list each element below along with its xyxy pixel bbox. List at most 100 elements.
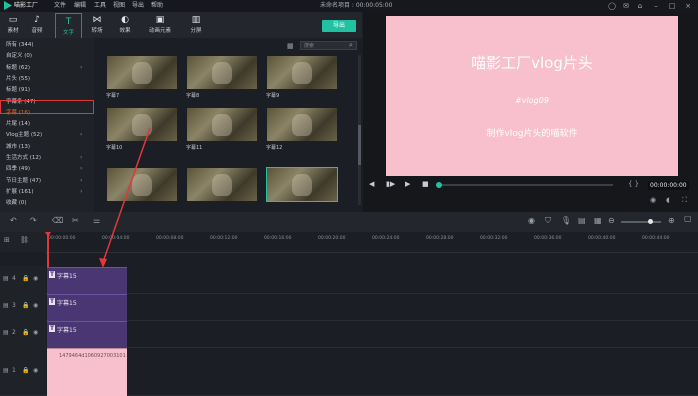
shield-icon[interactable]: ⛉ xyxy=(545,216,551,226)
title-thumbnail[interactable] xyxy=(267,56,337,89)
tab-transition[interactable]: ⋈ 转场 xyxy=(86,14,108,38)
play-icon[interactable]: ▶ xyxy=(405,180,410,188)
menu-edit[interactable]: 编辑 xyxy=(74,0,86,12)
prev-frame-icon[interactable]: ◀ xyxy=(369,180,374,188)
ruler-tick-label: 00:00:16:00 xyxy=(264,236,292,241)
title-thumbnail[interactable] xyxy=(187,56,257,89)
title-thumbnail[interactable] xyxy=(107,56,177,89)
clip-label: 字幕15 xyxy=(57,327,77,334)
maximize-icon[interactable]: □ xyxy=(668,2,676,10)
chevron-right-icon[interactable]: › xyxy=(80,131,82,138)
sidebar-category[interactable]: 节日主题 (47) xyxy=(6,176,41,186)
track-type-icon: ▤ xyxy=(3,329,9,336)
tab-elements[interactable]: ▣ 动画元素 xyxy=(145,14,175,38)
eye-icon[interactable]: ◉ xyxy=(33,367,38,374)
zoom-handle[interactable] xyxy=(648,219,653,224)
timeline-clip[interactable]: T 字幕15 xyxy=(47,321,127,348)
delete-icon[interactable]: ⌫ xyxy=(52,216,63,225)
tab-media[interactable]: ▭ 素材 xyxy=(2,14,24,38)
sidebar-category[interactable]: 自定义 (0) xyxy=(6,51,32,61)
menu-file[interactable]: 文件 xyxy=(54,0,66,12)
grid-scrollbar[interactable] xyxy=(358,55,361,205)
chevron-right-icon[interactable]: › xyxy=(80,177,82,184)
lock-icon[interactable]: 🔒 xyxy=(22,367,29,374)
cut-icon[interactable]: ✂ xyxy=(72,216,79,225)
text-clip-icon: T xyxy=(49,298,55,305)
app-brand: 喵影工厂 xyxy=(14,2,39,9)
cart-icon[interactable]: ⌂ xyxy=(636,2,644,10)
snapshot-icon[interactable]: ◉ xyxy=(650,196,656,204)
playhead-handle[interactable] xyxy=(436,182,442,188)
title-thumbnail[interactable] xyxy=(187,168,257,201)
track-number: 3 xyxy=(12,302,16,309)
mic-icon[interactable]: 🎙 xyxy=(561,216,571,225)
timeline-clip[interactable]: T 字幕15 xyxy=(47,294,127,321)
link-icon[interactable]: ⛓ xyxy=(20,236,29,244)
sidebar-category[interactable]: 标题 (91) xyxy=(6,85,30,95)
fullscreen-icon[interactable]: ⛶ xyxy=(682,196,687,205)
menu-export[interactable]: 导出 xyxy=(132,0,144,12)
sidebar-category[interactable]: 所有 (344) xyxy=(6,40,34,50)
chevron-right-icon[interactable]: › xyxy=(80,165,82,172)
sidebar-category[interactable]: 生活方式 (12) xyxy=(6,153,41,163)
split-icon: ▥ xyxy=(191,15,201,25)
title-thumbnail-label: 字幕12 xyxy=(266,145,283,151)
lock-icon[interactable]: 🔒 xyxy=(22,275,29,282)
redo-icon[interactable]: ↷ xyxy=(30,216,37,225)
mixer-icon[interactable]: ▦ xyxy=(594,216,602,225)
title-thumbnail[interactable] xyxy=(187,108,257,141)
eye-icon[interactable]: ◉ xyxy=(33,302,38,309)
sidebar-category[interactable]: 标题 (62) xyxy=(6,63,30,73)
add-track-icon[interactable]: ⊞ xyxy=(4,236,10,244)
bracket-icon[interactable]: { } xyxy=(628,180,639,188)
tab-effects[interactable]: ◐ 效果 xyxy=(114,14,136,38)
chevron-right-icon[interactable]: › xyxy=(80,188,82,195)
menu-tools[interactable]: 工具 xyxy=(94,0,106,12)
search-icon[interactable]: ⌕ xyxy=(349,41,353,50)
title-thumbnail[interactable] xyxy=(267,108,337,141)
menu-view[interactable]: 视图 xyxy=(113,0,125,12)
adjust-icon[interactable]: ⚌ xyxy=(93,216,100,225)
sidebar-category[interactable]: 收藏 (0) xyxy=(6,198,27,208)
step-back-icon[interactable]: ▮▶ xyxy=(386,180,395,188)
text-clip-icon: T xyxy=(49,325,55,332)
title-thumbnail[interactable] xyxy=(266,167,338,202)
sidebar-category[interactable]: 扩展 (161) xyxy=(6,187,34,197)
playback-progress[interactable] xyxy=(438,184,613,186)
fit-icon[interactable]: ▢ xyxy=(684,214,692,223)
chevron-right-icon[interactable]: › xyxy=(80,154,82,161)
timeline-clip[interactable]: 1479464d1060927003101 xyxy=(47,348,127,396)
render-icon[interactable]: ◉ xyxy=(528,216,535,225)
tab-audio[interactable]: ♪ 音频 xyxy=(26,14,48,38)
volume-icon[interactable]: ◖ xyxy=(666,196,670,204)
eye-icon[interactable]: ◉ xyxy=(33,329,38,336)
ruler-tick-label: 00:00:32:00 xyxy=(480,236,508,241)
undo-icon[interactable]: ↶ xyxy=(10,216,17,225)
menu-help[interactable]: 帮助 xyxy=(151,0,163,12)
title-thumbnail[interactable] xyxy=(107,108,177,141)
zoom-in-icon[interactable]: ⊕ xyxy=(668,216,675,225)
ruler-tick-label: 00:00:04:00 xyxy=(102,236,130,241)
tab-split[interactable]: ▥ 分屏 xyxy=(185,14,207,38)
sidebar-category[interactable]: 四季 (49) xyxy=(6,164,30,174)
minimize-icon[interactable]: – xyxy=(652,2,660,10)
sidebar-category[interactable]: 片头 (55) xyxy=(6,74,30,84)
zoom-slider[interactable] xyxy=(621,221,661,223)
title-thumbnail[interactable] xyxy=(107,168,177,201)
sidebar-category[interactable]: Vlog主题 (52) xyxy=(6,130,42,140)
stop-icon[interactable]: ■ xyxy=(422,180,429,188)
close-icon[interactable]: × xyxy=(684,2,692,10)
timeline-clip[interactable]: T 字幕15 xyxy=(47,267,127,294)
export-button[interactable]: 导出 xyxy=(322,20,356,32)
chevron-right-icon[interactable]: › xyxy=(80,64,82,71)
sidebar-category[interactable]: 城市 (13) xyxy=(6,142,30,152)
grid-view-icon[interactable]: ▦ xyxy=(287,42,294,50)
sidebar-category[interactable]: 片尾 (14) xyxy=(6,119,30,129)
mail-icon[interactable]: ✉ xyxy=(622,2,630,10)
subtitle-icon[interactable]: ▤ xyxy=(578,216,586,225)
lock-icon[interactable]: 🔒 xyxy=(22,329,29,336)
eye-icon[interactable]: ◉ xyxy=(33,275,38,282)
lock-icon[interactable]: 🔒 xyxy=(22,302,29,309)
zoom-out-icon[interactable]: ⊖ xyxy=(608,216,615,225)
account-icon[interactable]: ◯ xyxy=(608,2,616,10)
